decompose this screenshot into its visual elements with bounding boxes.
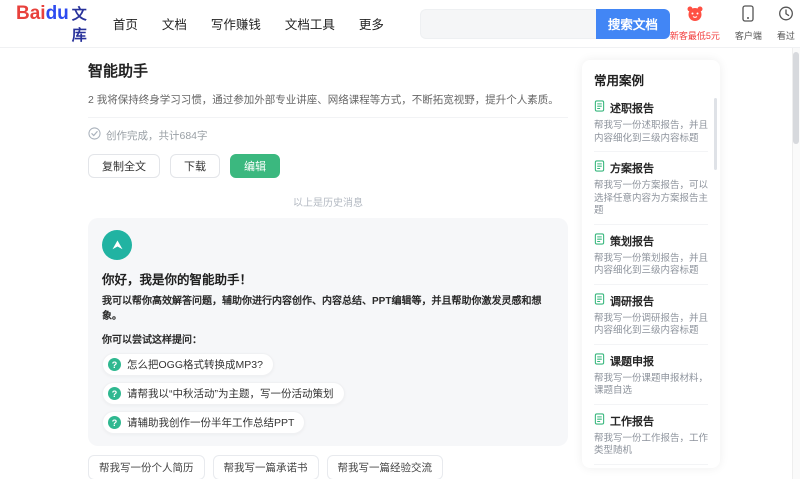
client-entry[interactable]: 客户端 <box>735 5 762 42</box>
document-icon <box>594 159 605 177</box>
copy-all-button[interactable]: 复制全文 <box>88 154 160 178</box>
history-divider: 以上是历史消息 <box>293 198 363 209</box>
document-icon <box>594 232 605 250</box>
greeting-panel: 你好，我是你的智能助手！ 我可以帮你高效解答问题，辅助你进行内容创作、内容总结、… <box>88 218 568 446</box>
case-item[interactable]: 述职报告 帮我写一份述职报告，并且内容细化到三级内容标题 <box>594 92 708 152</box>
case-title: 方案报告 <box>610 163 654 175</box>
message-actions: 复制全文 下载 编辑 <box>88 154 568 178</box>
nav-item-more[interactable]: 更多 <box>359 14 384 33</box>
quick-prompt-experience[interactable]: 帮我写一篇经验交流 <box>326 455 443 479</box>
case-title: 策划报告 <box>610 235 654 248</box>
completion-status: 创作完成，共计684字 <box>88 117 568 143</box>
question-icon: ? <box>108 387 121 400</box>
history-entry[interactable]: 看过 <box>777 5 795 42</box>
page-scrollbar-thumb[interactable] <box>793 52 799 144</box>
content-area: 智能助手 2 我将保持终身学习习惯，通过参加外部专业讲座、网络课程等方式，不断拓… <box>0 48 800 479</box>
suggestion-text: 怎么把OGG格式转换成MP3? <box>127 359 263 371</box>
nav-item-doc-tools[interactable]: 文档工具 <box>285 14 335 33</box>
question-icon: ? <box>108 416 121 429</box>
suggestion-chip[interactable]: ? 请帮我以“中秋活动”为主题，写一份活动策划 <box>102 382 345 405</box>
suggestion-chip[interactable]: ? 请辅助我创作一份半年工作总结PPT <box>102 411 306 434</box>
case-item[interactable]: 方案报告 帮我写一份方案报告，可以选择任意内容为方案报告主题 <box>594 152 708 225</box>
wenku-logo[interactable]: Bai du 文库 <box>16 3 87 45</box>
greeting-body: 我可以帮你高效解答问题，辅助你进行内容创作、内容总结、PPT编辑等，并且帮助你激… <box>102 296 542 322</box>
suggestion-text: 请帮我以“中秋活动”为主题，写一份活动策划 <box>127 388 334 400</box>
document-icon <box>594 99 605 117</box>
logo-du: du <box>45 2 69 24</box>
header-right: 新客最低5元 客户端 看过 <box>670 5 800 42</box>
document-icon <box>594 412 605 430</box>
quick-prompt-commitment[interactable]: 帮我写一篇承诺书 <box>212 455 319 479</box>
nav-item-docs[interactable]: 文档 <box>162 14 187 33</box>
common-cases-sidebar: 常用案例 述职报告 帮我写一份述职报告，并且内容细化到三级内容标题 方案报告 帮… <box>582 60 720 468</box>
assistant-avatar <box>102 230 132 260</box>
case-item[interactable]: 思想汇报 帮我写一份思想汇报 <box>594 465 708 469</box>
history-label: 看过 <box>776 31 795 41</box>
download-button[interactable]: 下载 <box>170 154 220 178</box>
case-title: 述职报告 <box>610 103 654 115</box>
case-item[interactable]: 课题申报 帮我写一份课题申报材料，课题自选 <box>594 345 708 405</box>
sidebar-scrollbar[interactable] <box>714 98 717 170</box>
search-button[interactable]: 搜索文档 <box>595 8 670 39</box>
check-icon <box>88 127 101 143</box>
logo-bai: Bai <box>16 2 46 24</box>
case-title: 课题申报 <box>610 355 654 368</box>
case-desc: 帮我写一份课题申报材料，课题自选 <box>594 372 709 397</box>
promo-label: 新客最低5元 <box>669 31 720 41</box>
case-item[interactable]: 调研报告 帮我写一份调研报告，并且内容细化到三级内容标题 <box>594 285 708 345</box>
greeting-title: 你好，我是你的智能助手！ <box>102 273 253 287</box>
case-desc: 帮我写一份述职报告，并且内容细化到三级内容标题 <box>594 120 709 144</box>
assistant-panel: 智能助手 2 我将保持终身学习习惯，通过参加外部专业讲座、网络课程等方式，不断拓… <box>88 60 568 479</box>
mascot-icon <box>686 5 704 27</box>
previous-message-tail: 2 我将保持终身学习习惯，通过参加外部专业讲座、网络课程等方式，不断拓宽视野，提… <box>88 94 559 106</box>
try-ask-label: 你可以尝试这样提问： <box>102 335 202 346</box>
main-nav: 首页 文档 写作赚钱 文档工具 更多 <box>113 14 384 33</box>
quick-prompts: 帮我写一份个人简历 帮我写一篇承诺书 帮我写一篇经验交流 <box>88 455 568 479</box>
phone-icon <box>742 5 755 27</box>
promo-entry[interactable]: 新客最低5元 <box>670 5 720 42</box>
logo-product: 文库 <box>71 5 87 44</box>
question-icon: ? <box>108 358 121 371</box>
nav-item-home[interactable]: 首页 <box>113 14 138 33</box>
edit-button[interactable]: 编辑 <box>230 154 280 178</box>
sidebar-title: 常用案例 <box>594 74 645 88</box>
case-desc: 帮我写一份方案报告，可以选择任意内容为方案报告主题 <box>594 180 709 216</box>
top-navbar: Bai du 文库 首页 文档 写作赚钱 文档工具 更多 搜索文档 新客最低5元 <box>0 0 800 48</box>
search-input[interactable] <box>419 8 596 39</box>
nav-item-write-earn[interactable]: 写作赚钱 <box>211 14 261 33</box>
clock-icon <box>778 5 794 27</box>
case-title: 调研报告 <box>610 295 654 308</box>
page-scrollbar[interactable] <box>792 48 800 479</box>
suggestion-text: 请辅助我创作一份半年工作总结PPT <box>127 417 295 429</box>
document-icon <box>594 352 605 370</box>
case-item[interactable]: 策划报告 帮我写一份策划报告，并且内容细化到三级内容标题 <box>594 225 708 285</box>
quick-prompt-resume[interactable]: 帮我写一份个人简历 <box>88 455 205 479</box>
search-bar: 搜索文档 <box>419 8 670 39</box>
suggestion-chip[interactable]: ? 怎么把OGG格式转换成MP3? <box>102 353 274 376</box>
page-title: 智能助手 <box>88 63 149 80</box>
document-icon <box>594 292 605 310</box>
case-title: 工作报告 <box>610 415 654 428</box>
completion-text: 创作完成，共计684字 <box>106 129 208 142</box>
case-desc: 帮我写一份调研报告，并且内容细化到三级内容标题 <box>594 312 709 337</box>
case-desc: 帮我写一份策划报告，并且内容细化到三级内容标题 <box>594 252 709 277</box>
client-label: 客户端 <box>734 31 762 41</box>
case-desc: 帮我写一份工作报告，工作类型随机 <box>594 432 709 457</box>
case-item[interactable]: 工作报告 帮我写一份工作报告，工作类型随机 <box>594 405 708 465</box>
